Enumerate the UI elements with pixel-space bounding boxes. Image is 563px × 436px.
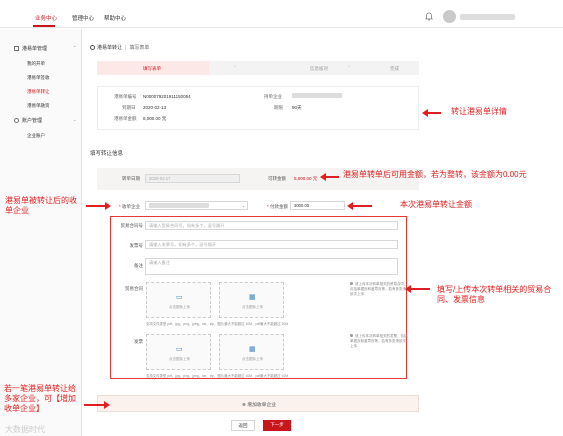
contract-upload-1[interactable]: ▭ 点击图标上传 <box>146 282 211 318</box>
nav-business-center[interactable]: 业务中心 <box>35 14 57 22</box>
image-icon: ▦ <box>249 294 256 301</box>
annotation-arrow-3 <box>86 202 111 210</box>
monitor-icon: ▭ <box>176 294 183 301</box>
sidebar-group-bill-mgmt[interactable]: 港易单管理 <box>14 45 47 52</box>
contract-note: 请上传本次转单相关的贸易合同，包括单据页和盖章页等，若有多张请依次上传 <box>350 282 408 296</box>
chevron-up-icon[interactable]: ⌃ <box>73 45 76 50</box>
annotation-transfer-amount: 本次港易单转让金额 <box>400 200 472 209</box>
invoice-upload-hint: 支持文件类型 pdf、jpg、png、jpeg、rar、zip，图片最大不能超过… <box>146 374 289 378</box>
step-complete: 完成 <box>390 66 399 71</box>
annotation-bill-detail: 转让港易单详情 <box>451 107 507 116</box>
document-icon <box>14 46 19 51</box>
chevron-right-icon: › <box>348 64 350 70</box>
annotation-arrow-1 <box>422 109 441 117</box>
sidebar-item-my-bills[interactable]: 我的开单 <box>27 61 45 67</box>
add-receiver-button[interactable]: ⊕ 增加收单企业 <box>97 395 419 412</box>
nav-active-underline <box>33 25 55 27</box>
annotation-arrow-4 <box>347 202 372 210</box>
invoice-upload-2[interactable]: ▦ 点击图标上传 <box>219 334 284 370</box>
sidebar-item-bill-transfer[interactable]: 港易单转让 <box>27 89 50 95</box>
chevron-down-icon[interactable]: ⌄ <box>73 117 76 122</box>
user-icon <box>14 118 19 123</box>
contract-upload-label: 贸易合同 <box>125 286 143 291</box>
sidebar-item-bill-receive[interactable]: 港易单签收 <box>27 75 50 81</box>
invoice-no-input[interactable]: 请输入发票号，如有多个，逗号隔开 <box>145 240 398 249</box>
contract-upload-2[interactable]: ▦ 点击图标上传 <box>219 282 284 318</box>
user-name-redacted <box>460 14 515 20</box>
annotation-arrow-5 <box>405 285 430 293</box>
receiver-label: * 收单企业 <box>118 204 140 209</box>
annotation-arrow-2 <box>320 173 339 181</box>
chevron-down-icon: ⌄ <box>241 204 245 208</box>
section-title: 填写转让信息 <box>90 151 124 157</box>
remark-label: 备注 <box>134 263 143 268</box>
back-button[interactable]: 返回 <box>231 420 255 431</box>
sidebar-group-account-mgmt[interactable]: 账户管理 <box>14 117 42 124</box>
invoice-note: 请上传本次转单相关的发票，包括单据页和盖章页等，若有多张请依次上传 <box>350 334 408 348</box>
bill-amount-value: 8,000.00 元 <box>143 116 167 121</box>
annotation-arrow-6 <box>84 401 110 409</box>
invoice-no-label: 发票号 <box>129 243 144 248</box>
invoice-upload-label: 发票 <box>134 339 143 344</box>
term-label: 期限 <box>274 105 283 110</box>
receiver-select[interactable]: ⌄ <box>145 201 248 210</box>
image-icon: ▦ <box>249 346 256 353</box>
holder-value-redacted <box>292 93 342 98</box>
transfer-date-field: 2020-01-17 <box>145 174 240 183</box>
sidebar-item-bill-finance[interactable]: 港易单融资 <box>27 103 50 109</box>
payment-amount-input[interactable]: 3000.00 <box>290 201 345 210</box>
contract-upload-hint: 支持文件类型 pdf、jpg、png、jpeg、rar、zip，图片最大不能超过… <box>146 322 289 326</box>
due-date-value: 2020-02-13 <box>143 105 167 110</box>
invoice-upload-1[interactable]: ▭ 点击图标上传 <box>146 334 211 370</box>
step-check-info: 信息核对 <box>310 66 328 71</box>
annotation-receiver: 港易单被转让后的收单企业 <box>5 196 77 215</box>
contract-no-input[interactable]: 请输入贸易合同号，如有多个，逗号隔开 <box>145 221 398 230</box>
annotation-add-receiver: 若一笔港易单转让给多家企业，可【增加收单企业】 <box>4 384 76 413</box>
annotation-available-amount: 港易单转单后可用金额，若为整转，该金额为0.00元 <box>343 170 527 179</box>
monitor-icon: ▭ <box>176 346 183 353</box>
available-amount-label: 可转金额 <box>268 176 286 181</box>
bill-amount-label: 港易单金额 <box>114 116 137 121</box>
chevron-right-icon: › <box>234 64 236 70</box>
bill-no-label: 港易单编号 <box>114 94 137 99</box>
breadcrumb: 港易单转让 | 填写表单 <box>90 44 149 51</box>
receiver-value-redacted <box>149 203 209 208</box>
contract-no-label: 贸易合同号 <box>120 223 144 228</box>
back-circle-icon[interactable] <box>90 45 95 50</box>
avatar[interactable] <box>443 10 456 23</box>
nav-management-center[interactable]: 管理中心 <box>72 14 94 22</box>
available-amount-value: 5,000.00 元 <box>294 176 318 181</box>
bill-no-value: N000079201911150054 <box>143 94 191 99</box>
next-button[interactable]: 下一步 <box>263 420 291 431</box>
step-fill-form: 填写表单 <box>143 66 161 71</box>
annotation-upload-info: 填写/上传本次转单相关的贸易合同、发票信息 <box>437 285 552 304</box>
remark-textarea[interactable]: 请输入备注 <box>145 258 398 275</box>
transfer-date-label: 转单日期 <box>122 176 140 181</box>
top-bar: 业务中心 管理中心 帮助中心 <box>0 0 563 28</box>
due-date-label: 到期日 <box>122 105 136 110</box>
payment-amount-label: * 付款金额 <box>266 204 288 209</box>
holder-label: 持单企业 <box>264 94 282 99</box>
term-value: 90天 <box>292 105 302 110</box>
sidebar-item-company-account[interactable]: 企业账户 <box>27 133 45 139</box>
nav-help-center[interactable]: 帮助中心 <box>104 14 126 22</box>
bell-icon[interactable] <box>425 12 433 21</box>
watermark: 大数据时代 <box>5 425 45 434</box>
